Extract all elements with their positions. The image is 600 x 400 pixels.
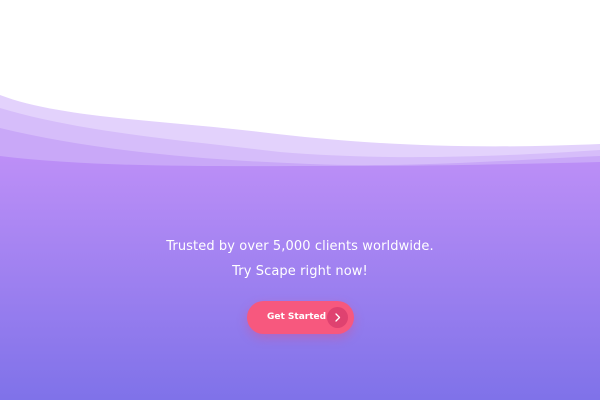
landing-page: Trusted by over 5,000 clients worldwide.… <box>0 0 600 400</box>
hero-tagline: Trusted by over 5,000 clients worldwide. <box>166 239 434 254</box>
chevron-right-icon <box>335 313 341 322</box>
hero-content: Trusted by over 5,000 clients worldwide.… <box>0 0 600 400</box>
get-started-button[interactable]: Get Started <box>247 301 354 334</box>
hero-subtagline: Try Scape right now! <box>232 264 368 279</box>
cta-icon-circle <box>327 307 348 328</box>
get-started-label: Get Started <box>267 312 327 322</box>
